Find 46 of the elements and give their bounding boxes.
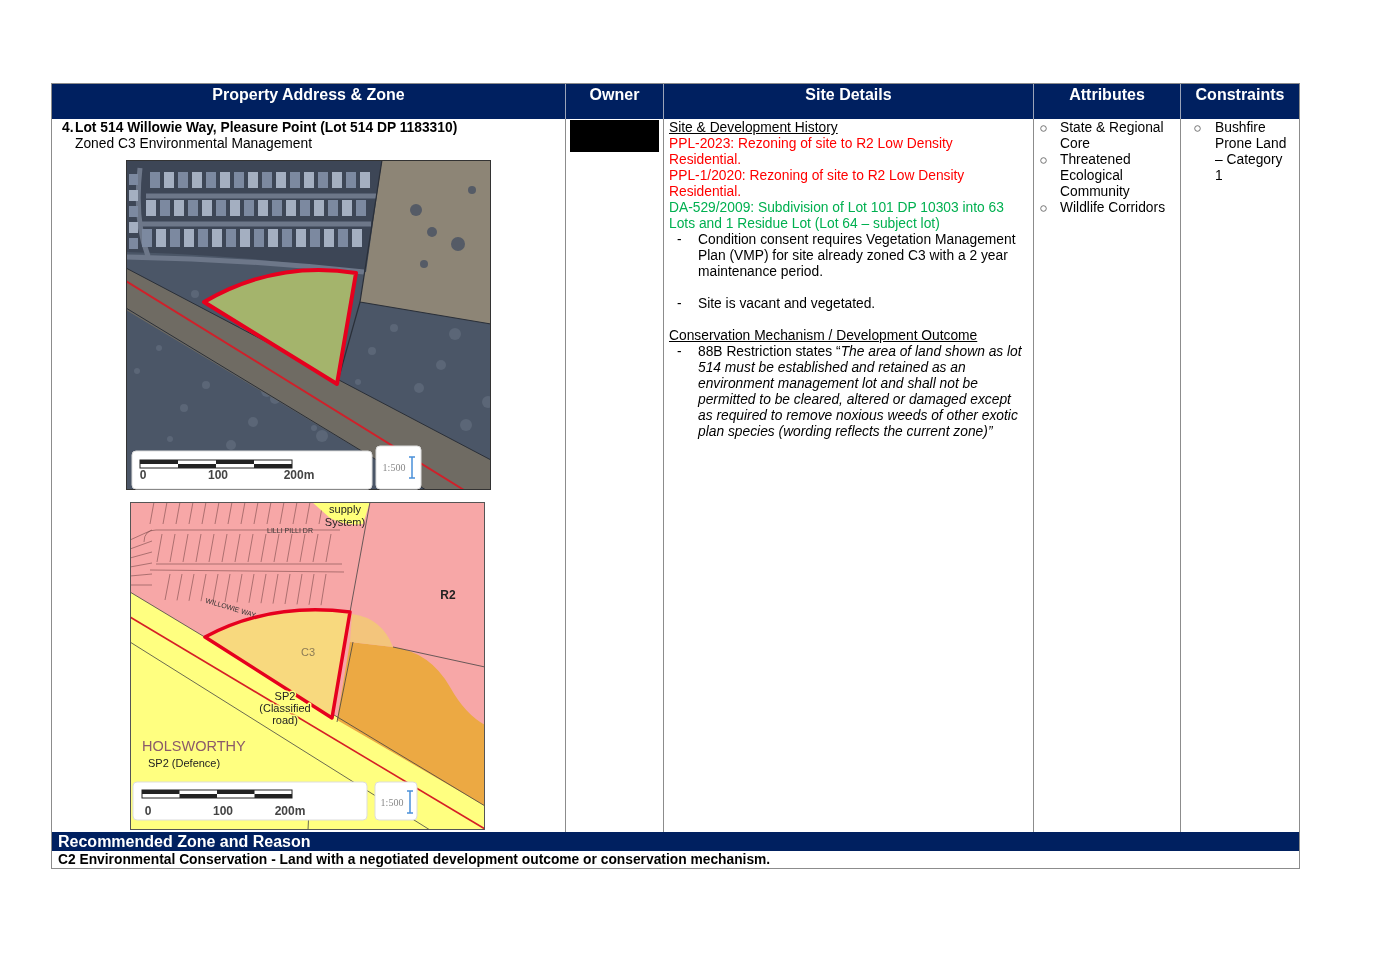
i-beam-icon xyxy=(407,456,416,479)
section-title: Recommended Zone and Reason xyxy=(58,833,311,850)
bullet-icon xyxy=(1040,205,1047,212)
scale-ratio-label: 1:500 xyxy=(382,462,405,473)
attribute-item: Wildlife Corridors xyxy=(1060,200,1166,216)
bullet-text: Site is vacant and vegetated. xyxy=(698,296,876,312)
section-heading: Conservation Mechanism / Development Outcome xyxy=(669,328,978,344)
bullet-icon xyxy=(1040,125,1047,132)
dash-marker: - xyxy=(676,232,682,249)
dash-marker: - xyxy=(676,296,682,312)
scale-ratio-panel xyxy=(375,445,421,490)
attribute-item: Threatened Ecological Community xyxy=(1060,152,1132,200)
scale-label: 0 xyxy=(144,804,152,818)
property-address: Lot 514 Willowie Way, Pleasure Point (Lot 514 DP 1183310) xyxy=(75,120,458,136)
scale-ratio-label: 1:500 xyxy=(380,797,404,808)
scale-label: 200m xyxy=(283,468,314,482)
column-header: Attributes xyxy=(1069,86,1145,103)
bullet-text: Condition consent requires Vegetation Management Plan (VMP) for site already zoned C3 with a 2 year maintenance period. xyxy=(698,232,1017,280)
dash-marker: - xyxy=(676,344,682,361)
scale-label: 200m xyxy=(274,804,306,818)
zone-label: SP2 (Defence) xyxy=(148,757,221,769)
scale-label: 0 xyxy=(139,468,146,482)
column-header: Property Address & Zone xyxy=(212,86,405,103)
bullet-icon xyxy=(1194,125,1201,132)
column-header: Owner xyxy=(589,86,640,103)
zone-label: C3 xyxy=(300,646,316,658)
item-number: 4. xyxy=(62,120,74,136)
column-header: Constraints xyxy=(1195,86,1285,103)
scale-label: 100 xyxy=(207,468,228,482)
i-beam-icon xyxy=(406,790,414,814)
zone-label: R2 xyxy=(440,588,456,602)
locality-label: HOLSWORTHY xyxy=(142,738,246,754)
constraint-item: Bushfire Prone Land – Category 1 xyxy=(1215,120,1288,184)
history-entry: DA-529/2009: Subdivision of Lot 101 DP 10303 into 63 Lots and 1 Residue Lot (Lot 64 – subject lot) xyxy=(669,200,1005,232)
scale-label: 100 xyxy=(213,804,233,818)
zone-text: Zoned C3 Environmental Management xyxy=(75,136,312,152)
zone-label: supply System) xyxy=(324,503,366,528)
column-header: Site Details xyxy=(805,86,892,103)
history-entry: PPL-1/2020: Rezoning of site to R2 Low Density Residential. xyxy=(669,168,966,200)
bullet-text: 88B Restriction states “The area of land shown as lot 514 must be established and retained as an environment management lot and shall not be permitted to be cleared, altered or damaged except as required to remove noxious weeds of other exotic plan species (wording reflects the current zone)” xyxy=(698,344,1023,440)
recommendation-text: C2 Environmental Conservation - Land with a negotiated development outcome or conservation mechanism. xyxy=(58,852,771,867)
bullet-icon xyxy=(1040,157,1047,164)
attribute-item: State & Regional Core xyxy=(1060,120,1165,152)
scale-ratio-panel xyxy=(374,781,418,821)
history-entry: PPL-2023: Rezoning of site to R2 Low Density Residential. xyxy=(669,136,954,168)
section-heading: Site & Development History xyxy=(669,120,838,136)
